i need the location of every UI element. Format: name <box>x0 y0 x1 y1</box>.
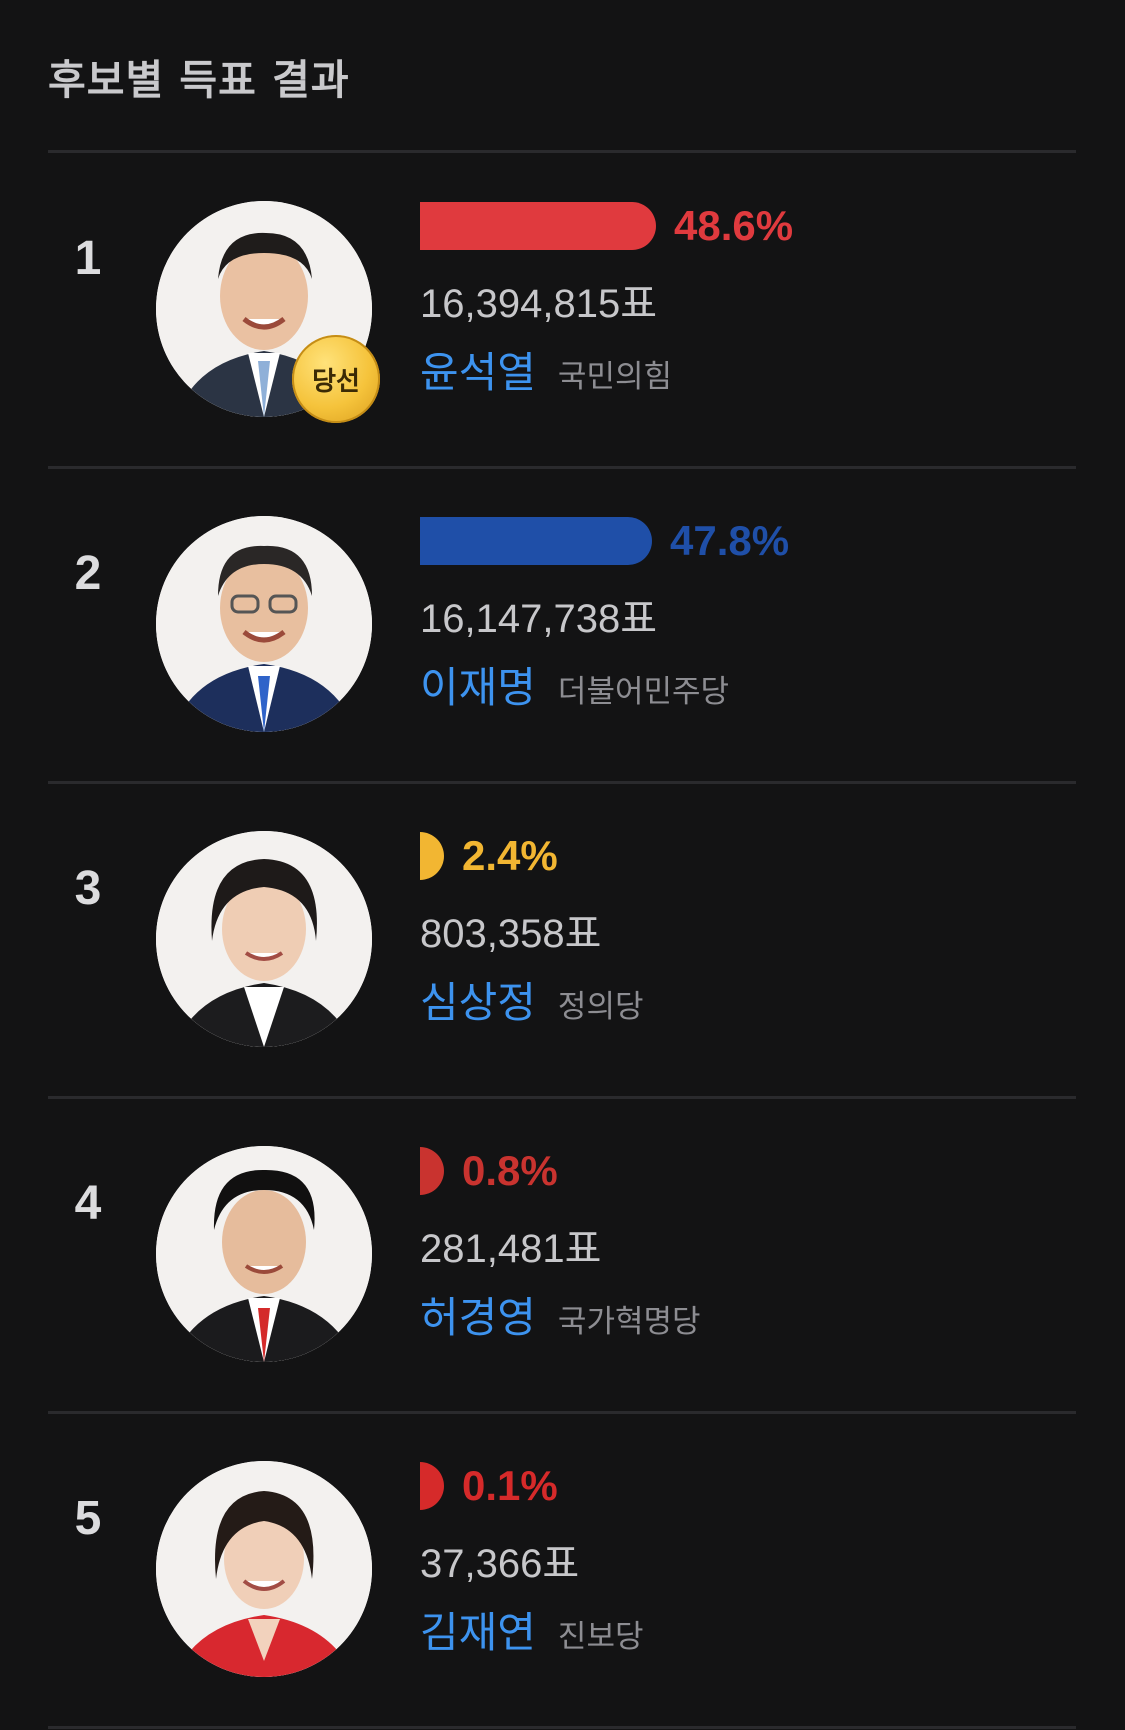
vote-share: 0.8% <box>420 1146 558 1196</box>
candidate-info: 심상정 정의당 <box>420 969 643 1030</box>
candidate-name-link[interactable]: 허경영 <box>420 1284 536 1345</box>
candidate-photo[interactable] <box>156 1146 372 1362</box>
candidate-name-link[interactable]: 윤석열 <box>420 339 536 400</box>
candidate-info: 김재연 진보당 <box>420 1599 643 1660</box>
candidate-info: 윤석열 국민의힘 <box>420 339 672 400</box>
vote-percent: 47.8% <box>670 517 790 564</box>
vote-count: 16,394,815표 <box>420 282 657 326</box>
candidate-name-link[interactable]: 이재명 <box>420 654 536 715</box>
vote-share: 0.1% <box>420 1461 558 1511</box>
vote-count: 16,147,738표 <box>420 597 657 641</box>
candidate-portrait-icon <box>156 516 372 732</box>
page-title: 후보별 득표 결과 <box>48 56 350 104</box>
rank-number: 2 <box>74 547 102 600</box>
candidate-info: 이재명 더불어민주당 <box>420 654 729 715</box>
vote-percent: 48.6% <box>674 202 794 249</box>
vote-percent: 0.8% <box>462 1147 558 1194</box>
candidate-portrait-icon <box>156 1146 372 1362</box>
candidate-info: 허경영 국가혁명당 <box>420 1284 701 1345</box>
party-name: 국민의힘 <box>557 359 673 395</box>
party-name: 더불어민주당 <box>557 674 730 710</box>
vote-count: 803,358표 <box>420 912 602 956</box>
candidate-name-link[interactable]: 김재연 <box>420 1599 536 1660</box>
vote-count: 281,481표 <box>420 1227 602 1271</box>
vote-share-bar <box>420 517 652 565</box>
divider <box>48 1726 1076 1729</box>
vote-percent: 0.1% <box>462 1462 558 1509</box>
rank-number: 4 <box>74 1177 102 1230</box>
vote-share-bar <box>420 832 444 880</box>
party-name: 정의당 <box>557 989 644 1025</box>
candidate-row-3[interactable]: 3 2.4% 803,358표 심상정 정의당 <box>0 783 1125 1095</box>
candidate-row-5[interactable]: 5 0.1% 37,366표 김재연 진보당 <box>0 1413 1125 1725</box>
party-name: 진보당 <box>557 1619 644 1655</box>
vote-share-bar <box>420 1147 444 1195</box>
rank-number: 3 <box>74 862 102 915</box>
candidate-portrait-icon <box>156 1461 372 1677</box>
candidate-photo[interactable] <box>156 1461 372 1677</box>
vote-percent: 2.4% <box>462 832 558 879</box>
vote-count: 37,366표 <box>420 1542 580 1586</box>
vote-share-bar <box>420 202 656 250</box>
vote-share: 47.8% <box>420 516 789 566</box>
rank-number: 1 <box>74 232 102 285</box>
candidate-photo[interactable] <box>156 831 372 1047</box>
candidate-row-1[interactable]: 1 당선 48.6% 16,394,815표 윤석열 국민의힘 <box>0 153 1125 465</box>
vote-share: 2.4% <box>420 831 558 881</box>
candidate-row-2[interactable]: 2 47.8% 16,147,738표 이재명 더불어민주당 <box>0 468 1125 780</box>
party-name: 국가혁명당 <box>557 1304 701 1340</box>
candidate-portrait-icon <box>156 831 372 1047</box>
candidate-row-4[interactable]: 4 0.8% 281,481표 허경영 국가혁명당 <box>0 1098 1125 1410</box>
vote-share-bar <box>420 1462 444 1510</box>
winner-badge: 당선 <box>292 335 380 423</box>
rank-number: 5 <box>74 1492 102 1545</box>
vote-share: 48.6% <box>420 201 793 251</box>
candidate-name-link[interactable]: 심상정 <box>420 969 536 1030</box>
candidate-photo[interactable] <box>156 516 372 732</box>
